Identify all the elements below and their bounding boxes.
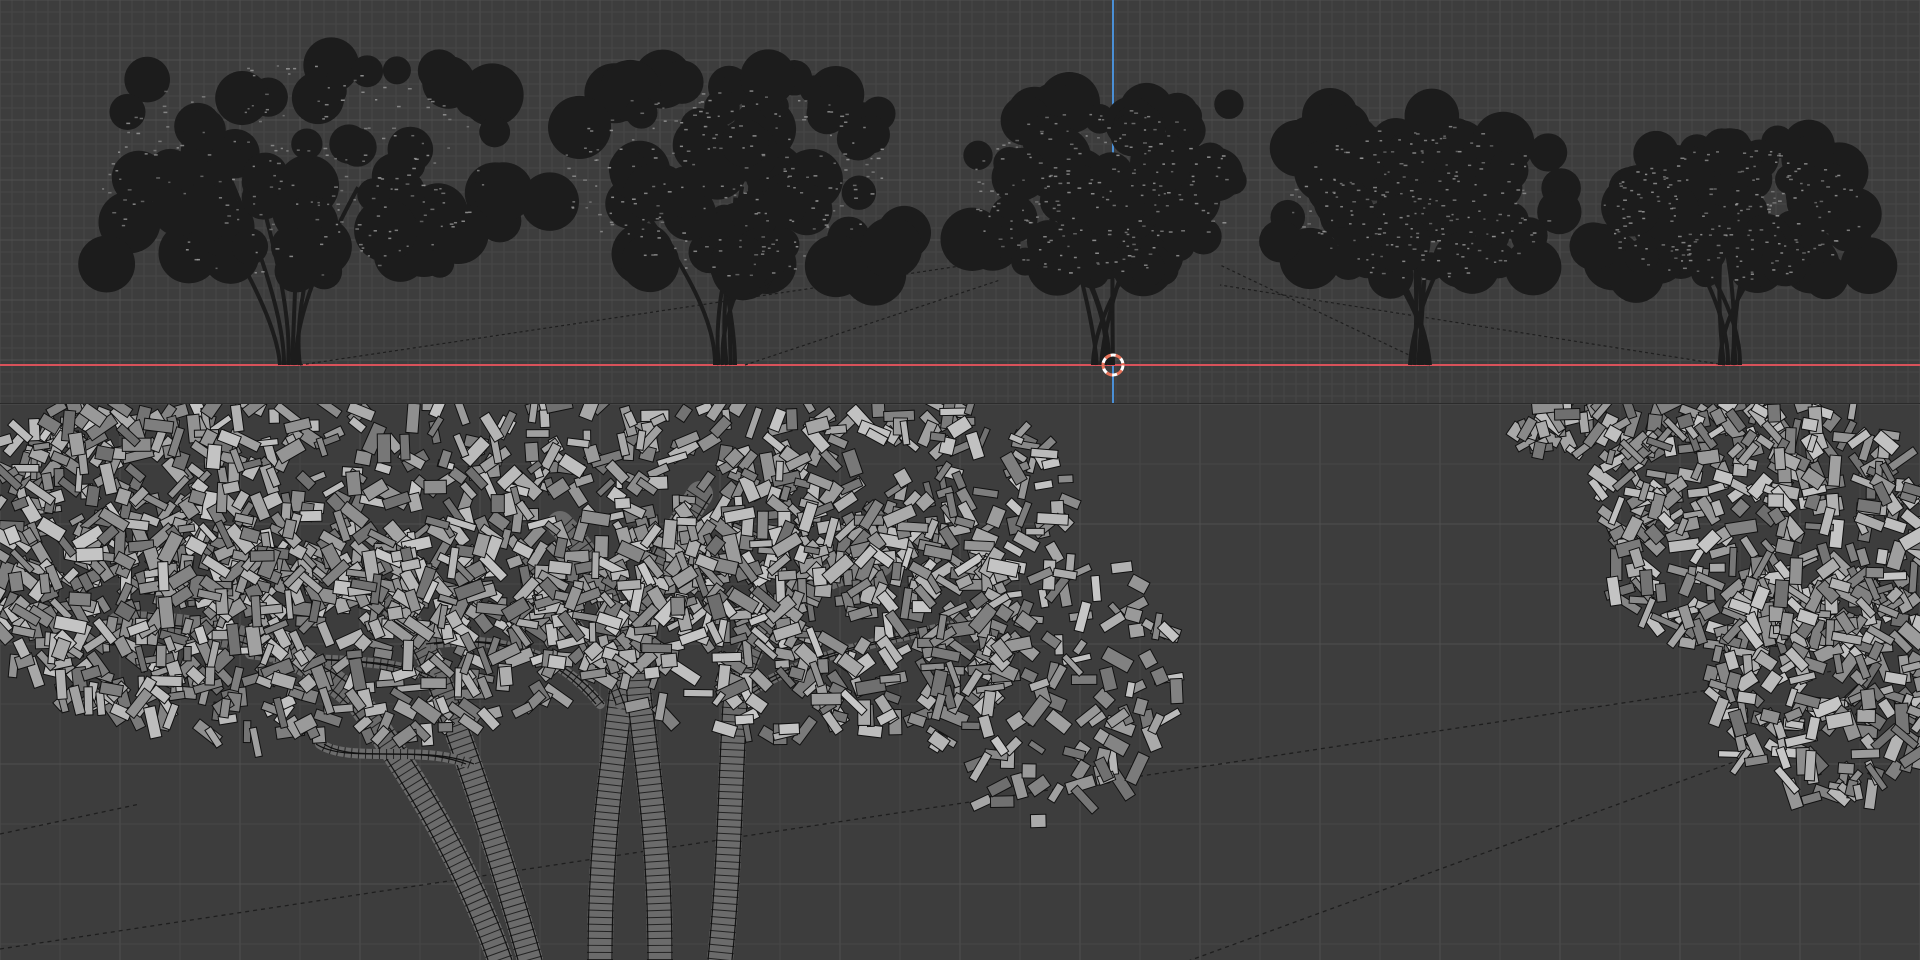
viewport-canvas-top[interactable] — [0, 0, 1920, 404]
viewport-closeup[interactable] — [0, 404, 1920, 960]
viewport-canvas-bottom[interactable] — [0, 404, 1920, 960]
viewport-front-overview[interactable] — [0, 0, 1920, 404]
